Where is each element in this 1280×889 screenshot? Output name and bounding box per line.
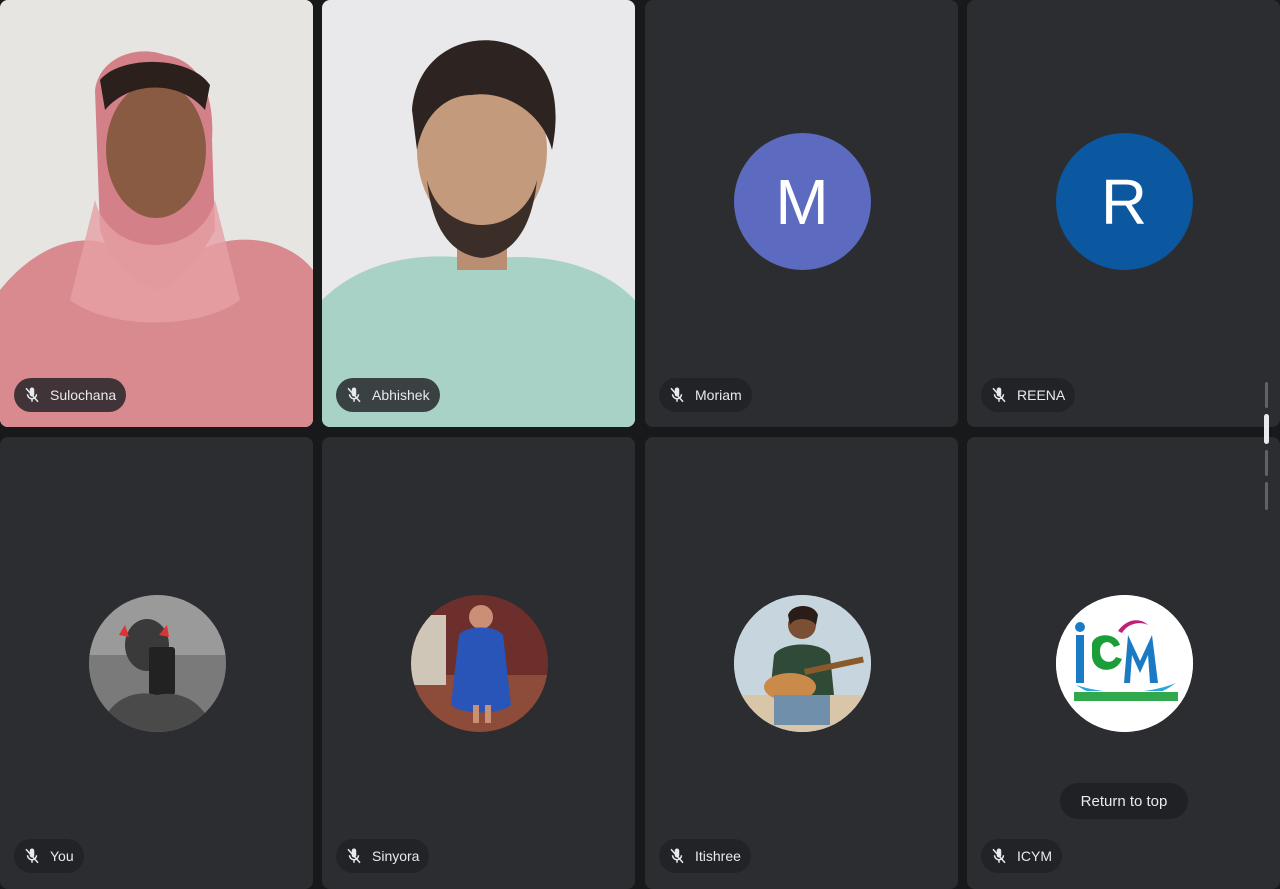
mic-off-icon — [22, 385, 42, 405]
return-to-top-button[interactable]: Return to top — [1060, 783, 1188, 819]
mic-off-icon — [989, 846, 1009, 866]
mic-off-icon — [667, 385, 687, 405]
participant-tile-you[interactable]: You — [0, 437, 313, 889]
participant-name: Abhishek — [372, 387, 430, 403]
avatar — [410, 595, 548, 732]
participant-name: Sinyora — [372, 848, 420, 864]
name-pill: You — [14, 839, 84, 873]
participant-name: Sulochana — [50, 387, 117, 403]
scroll-thumb[interactable] — [1264, 414, 1269, 444]
participant-tile-itishree[interactable]: Itishree — [645, 437, 958, 889]
scroll-segment — [1265, 482, 1268, 510]
avatar: R — [1055, 133, 1193, 270]
participant-tile-sinyora[interactable]: Sinyora — [322, 437, 635, 889]
scroll-segment — [1265, 450, 1268, 476]
icym-logo-icon — [1055, 595, 1193, 732]
avatar-photo — [733, 595, 871, 732]
avatar-initial: M — [775, 165, 829, 238]
participant-name: ICYM — [1017, 848, 1052, 864]
mic-off-icon — [344, 385, 364, 405]
participant-name: You — [50, 848, 74, 864]
name-pill: Moriam — [659, 378, 752, 412]
participant-name: Itishree — [695, 848, 741, 864]
name-pill: Abhishek — [336, 378, 440, 412]
participant-name: Moriam — [695, 387, 742, 403]
participant-tile-sulochana[interactable]: Sulochana — [0, 0, 313, 427]
avatar-photo — [410, 595, 548, 732]
participant-tile-icym[interactable]: ICYM — [967, 437, 1280, 889]
mic-off-icon — [22, 846, 42, 866]
avatar-photo — [88, 595, 226, 732]
scrollbar[interactable] — [1264, 382, 1270, 512]
name-pill: REENA — [981, 378, 1076, 412]
name-pill: ICYM — [981, 839, 1062, 873]
video-feed-abhishek — [322, 0, 635, 427]
mic-off-icon — [667, 846, 687, 866]
participant-name: REENA — [1017, 387, 1066, 403]
avatar — [733, 595, 871, 732]
video-feed-sulochana — [0, 0, 313, 427]
avatar: M — [733, 133, 871, 270]
mic-off-icon — [344, 846, 364, 866]
mic-off-icon — [989, 385, 1009, 405]
avatar — [88, 595, 226, 732]
scroll-segment — [1265, 382, 1268, 408]
avatar — [1055, 595, 1193, 732]
participant-tile-reena[interactable]: R REENA — [967, 0, 1280, 427]
participant-tile-moriam[interactable]: M Moriam — [645, 0, 958, 427]
meeting-grid: Sulochana Abhishek M Moriam R REENA You … — [0, 0, 1280, 889]
name-pill: Itishree — [659, 839, 751, 873]
avatar-initial: R — [1100, 165, 1148, 238]
name-pill: Sulochana — [14, 378, 127, 412]
participant-tile-abhishek[interactable]: Abhishek — [322, 0, 635, 427]
name-pill: Sinyora — [336, 839, 430, 873]
